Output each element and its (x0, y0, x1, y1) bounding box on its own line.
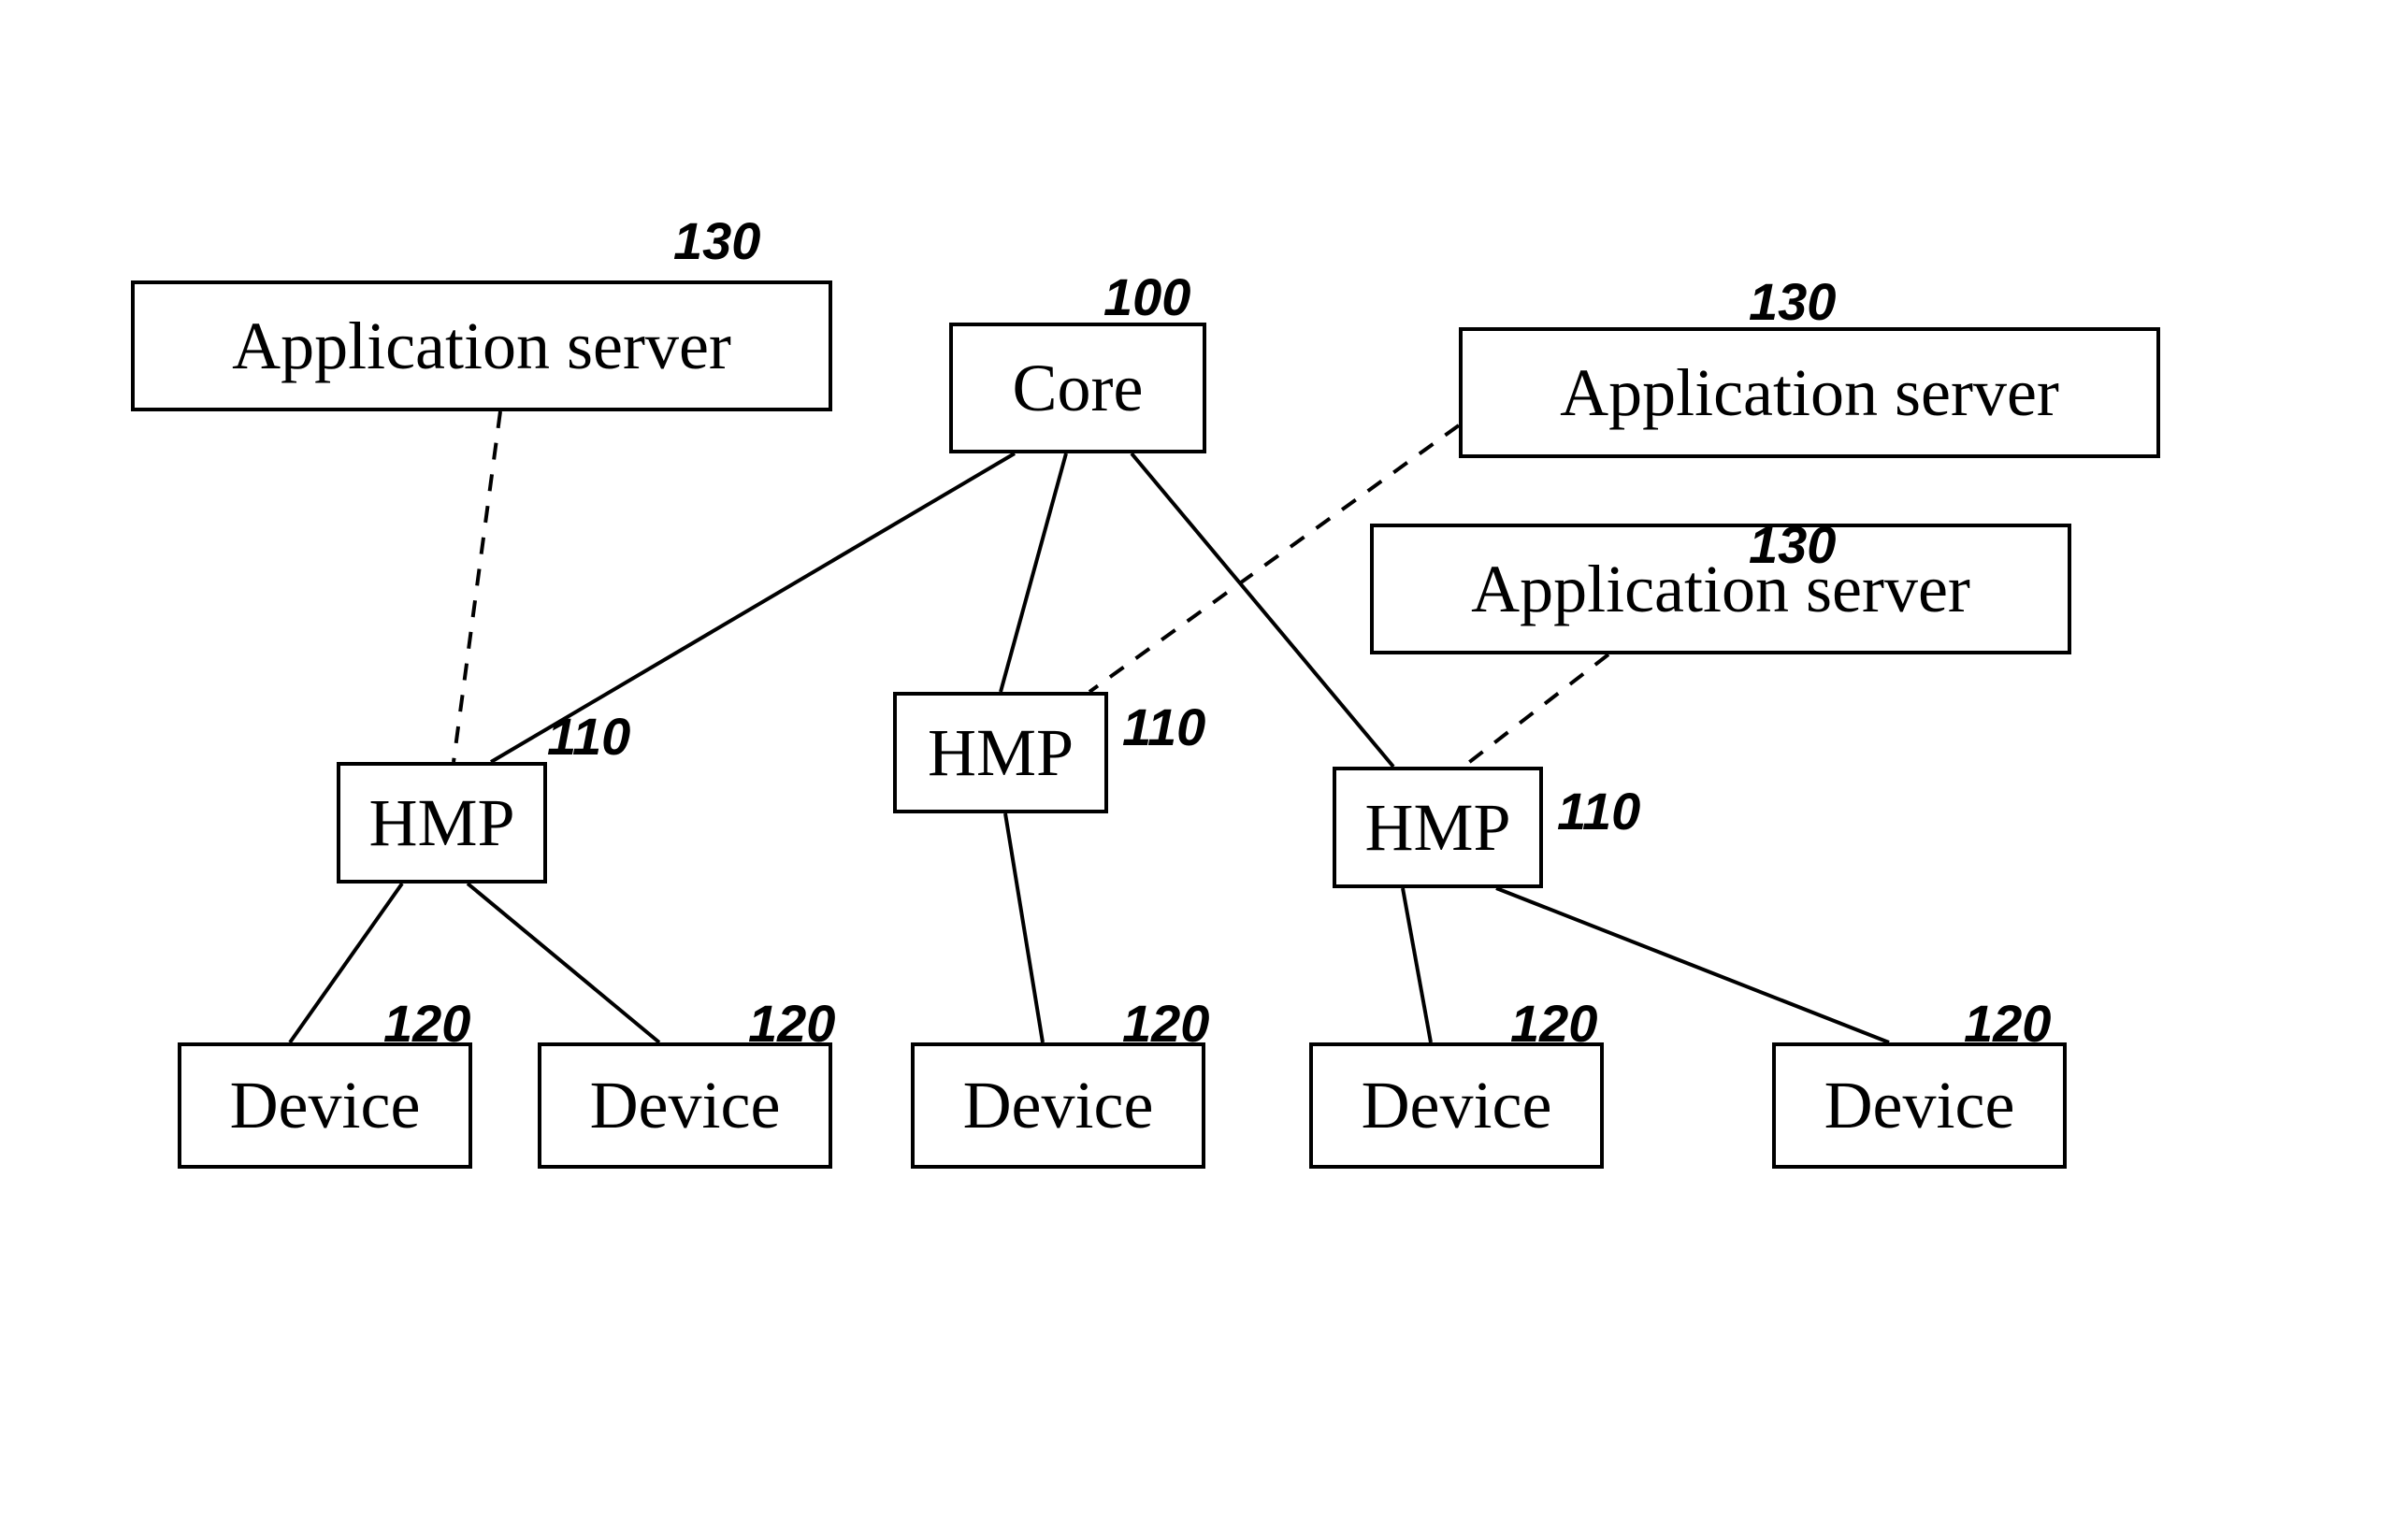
app-server-label: Application server (232, 308, 731, 385)
device-2: Device (538, 1042, 832, 1169)
hmp-1: HMP (337, 762, 547, 884)
device-label: Device (1362, 1067, 1552, 1144)
hmp-label: HMP (928, 714, 1074, 792)
app-server-mid: Application server (1370, 524, 2071, 654)
hmp-label: HMP (1364, 789, 1510, 867)
app-server-right: Application server (1459, 327, 2160, 458)
core-node: Core (949, 323, 1206, 453)
device-label: Device (1824, 1067, 2015, 1144)
ref-core: 100 (1103, 266, 1190, 327)
ref-device: 120 (1964, 993, 2051, 1054)
hmp-3: HMP (1333, 767, 1543, 888)
app-server-left: Application server (131, 280, 832, 411)
device-label: Device (963, 1067, 1154, 1144)
device-3: Device (911, 1042, 1205, 1169)
ref-device: 120 (1122, 993, 1209, 1054)
hmp-label: HMP (368, 784, 514, 862)
device-label: Device (590, 1067, 781, 1144)
hmp-2: HMP (893, 692, 1108, 813)
device-label: Device (230, 1067, 421, 1144)
ref-hmp: 110 (1122, 697, 1205, 757)
device-1: Device (178, 1042, 472, 1169)
app-server-label: Application server (1560, 354, 2059, 432)
ref-hmp: 110 (547, 706, 630, 767)
ref-device: 120 (383, 993, 470, 1054)
device-4: Device (1309, 1042, 1604, 1169)
ref-hmp: 110 (1557, 781, 1640, 841)
ref-device: 120 (748, 993, 835, 1054)
device-5: Device (1772, 1042, 2067, 1169)
ref-appServer: 130 (1749, 514, 1836, 575)
core-label: Core (1013, 350, 1144, 427)
ref-appServer: 130 (673, 210, 760, 271)
ref-device: 120 (1510, 993, 1597, 1054)
app-server-label: Application server (1471, 551, 1970, 628)
ref-appServer: 130 (1749, 271, 1836, 332)
